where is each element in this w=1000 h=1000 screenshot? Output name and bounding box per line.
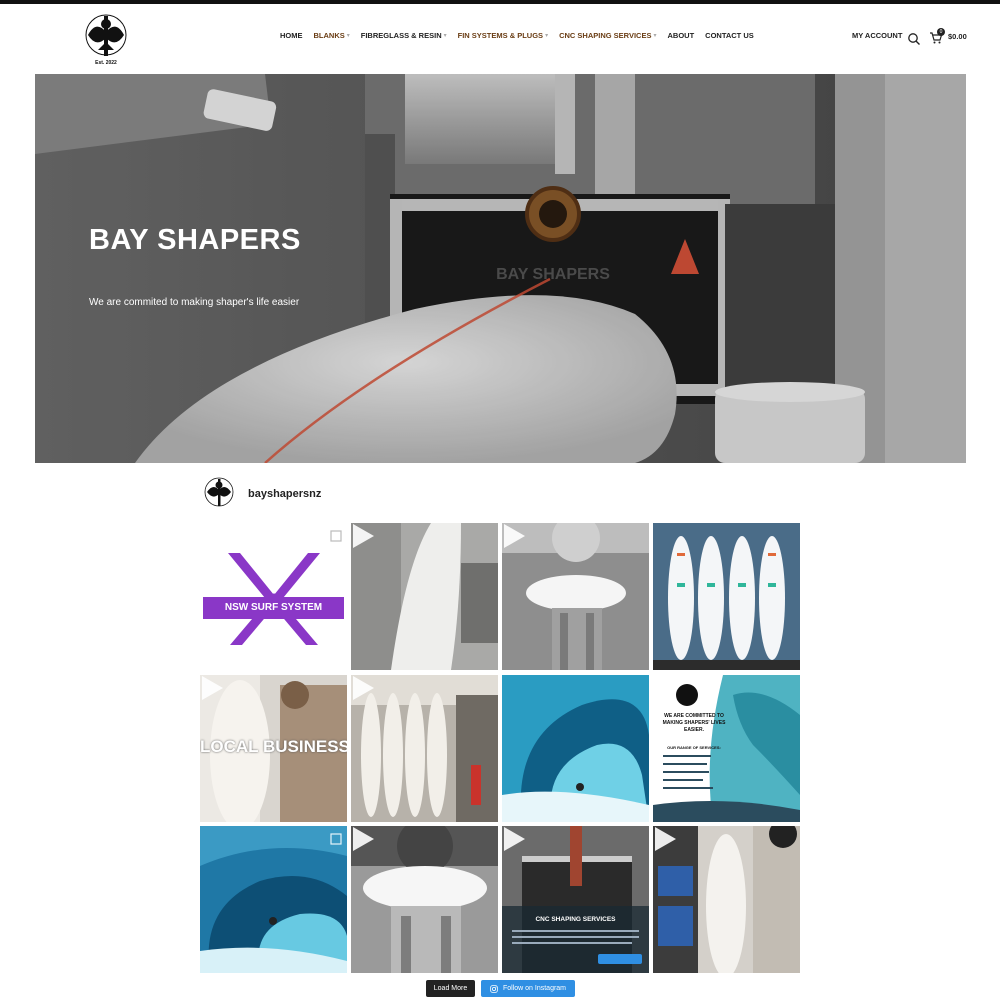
nav-contact[interactable]: CONTACT US [705,31,754,40]
play-icon [202,676,223,700]
instagram-post-video[interactable] [653,826,800,973]
hero-title: BAY SHAPERS [89,224,301,256]
nav-label: BLANKS [313,31,345,40]
site-header: Est. 2022 HOME BLANKS ▾ FIBREGLASS & RESI… [0,4,1000,70]
site-logo[interactable]: Est. 2022 [78,10,134,68]
play-icon [504,827,525,851]
avatar[interactable] [200,475,238,513]
play-icon [353,676,374,700]
chevron-down-icon: ▾ [346,33,350,39]
instagram-post-nsw-surf-system[interactable]: NSW SURF SYSTEM [200,523,347,670]
instagram-handle[interactable]: bayshapersnz [248,488,321,500]
instagram-post-services[interactable]: WE ARE COMMITTED TO MAKING SHAPERS' LIVE… [653,675,800,822]
main-nav: HOME BLANKS ▾ FIBREGLASS & RESIN ▾ FIN SYS… [280,31,765,40]
chevron-down-icon: ▾ [443,33,447,39]
cart-total: $0.00 [948,32,967,41]
nav-label: CNC SHAPING SERVICES [559,31,652,40]
nav-label: ABOUT [667,31,695,40]
cart-button[interactable]: 0 $0.00 [929,28,969,47]
nav-label: FIN SYSTEMS & PLUGS [457,31,544,40]
tile-caption: WE ARE COMMITTED TO MAKING SHAPERS' LIVE… [662,713,726,733]
play-icon [353,524,374,548]
nav-about[interactable]: ABOUT [667,31,694,40]
follow-on-instagram-button[interactable]: Follow on Instagram [481,980,575,997]
instagram-post-video[interactable] [351,675,498,822]
nav-home[interactable]: HOME [280,31,303,40]
load-more-button[interactable]: Load More [426,980,475,997]
chevron-down-icon: ▾ [545,33,549,39]
cart-count-badge: 0 [937,28,945,36]
instagram-post-video[interactable] [351,523,498,670]
nav-cnc-shaping[interactable]: CNC SHAPING SERVICES ▾ [559,31,656,40]
instagram-profile-header: bayshapersnz [200,474,321,514]
tile-subcaption: OUR RANGE OF SERVICES: [667,745,721,750]
play-icon [504,524,525,548]
hero-image: BAY SHAPERS [35,74,966,463]
follow-label: Follow on Instagram [502,985,567,992]
instagram-post-cnc-services[interactable]: CNC SHAPING SERVICES [502,826,649,973]
play-icon [655,827,676,851]
instagram-feed-grid: NSW SURF SYSTEM LOCAL BUSINESS WE ARE CO… [200,523,801,973]
nav-blanks[interactable]: BLANKS ▾ [314,31,350,40]
nav-label: FIBREGLASS & RESIN [360,31,442,40]
nav-label: HOME [280,31,303,40]
search-icon[interactable] [907,32,921,46]
tile-caption: NSW SURF SYSTEM [224,602,323,613]
chevron-down-icon: ▾ [653,33,657,39]
nav-label: CONTACT US [705,31,754,40]
nav-fibreglass-resin[interactable]: FIBREGLASS & RESIN ▾ [361,31,447,40]
instagram-post-wave[interactable] [200,826,347,973]
instagram-post-blanks[interactable] [653,523,800,670]
hero-subtitle: We are commited to making shaper's life … [89,297,300,308]
instagram-post-video[interactable] [502,523,649,670]
logo-est: Est. 2022 [95,60,117,66]
my-account-link[interactable]: MY ACCOUNT [852,31,902,40]
play-icon [353,827,374,851]
tile-caption: CNC SHAPING SERVICES [535,916,616,923]
tile-caption: LOCAL BUSINESS [200,737,347,756]
nav-fin-systems[interactable]: FIN SYSTEMS & PLUGS ▾ [458,31,548,40]
instagram-post-wave[interactable] [502,675,649,822]
instagram-post-video[interactable]: LOCAL BUSINESS [200,675,347,822]
hero-banner: BAY SHAPERS BAY SHAPERS We are commited … [35,74,966,463]
instagram-icon [490,984,498,993]
instagram-post-video[interactable] [351,826,498,973]
